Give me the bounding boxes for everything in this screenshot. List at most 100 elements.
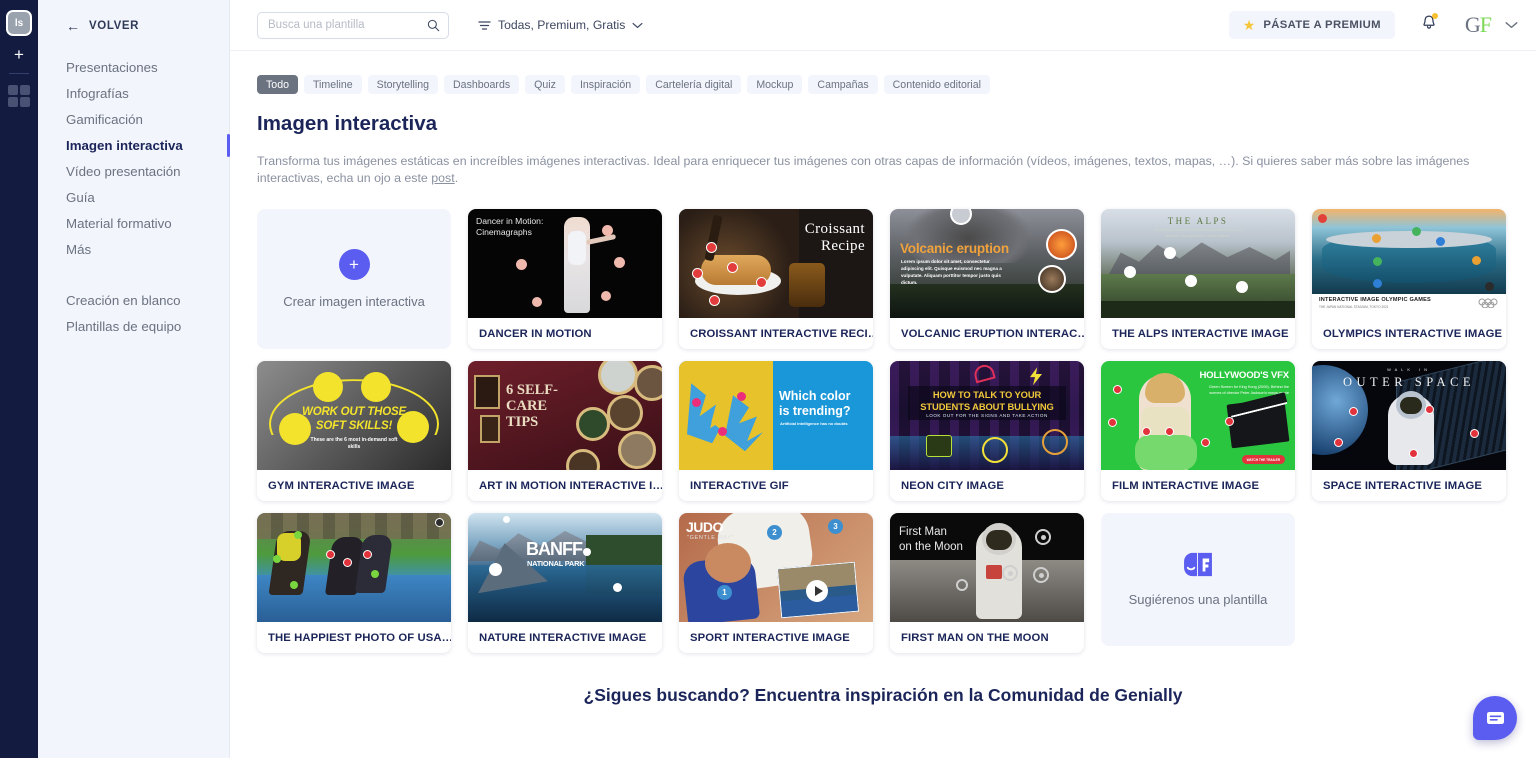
olympic-rings-icon: [1478, 298, 1498, 309]
template-thumbnail: First Man on the Moon: [890, 513, 1084, 623]
back-label: VOLVER: [89, 19, 140, 32]
sidebar-item-creacion-en-blanco[interactable]: Creación en blanco: [38, 287, 229, 313]
template-thumbnail: Croissant Recipe: [679, 209, 873, 319]
add-button[interactable]: +: [14, 46, 24, 63]
chip-inspiracion[interactable]: Inspiración: [570, 75, 641, 94]
template-thumbnail: HOLLYWOOD'S VFX Green Screen for King Ko…: [1101, 361, 1295, 471]
content-scroll[interactable]: Todo Timeline Storytelling Dashboards Qu…: [230, 51, 1536, 758]
search-input[interactable]: [268, 19, 427, 31]
thumb-cta: WATCH THE TRAILER: [1241, 455, 1285, 465]
back-button[interactable]: ← VOLVER: [38, 0, 229, 51]
community-cta[interactable]: ¿Sigues buscando? Encuentra inspiración …: [257, 685, 1509, 706]
template-card[interactable]: Croissant Recipe CROISSANT INTERACTIVE RE…: [679, 209, 873, 350]
app-rail: ls +: [0, 0, 38, 758]
sidebar-item-gamificacion[interactable]: Gamificación: [38, 106, 229, 132]
template-card[interactable]: JUDO "GENTLE WAY" 2 3 1 SPORT INTERACTIV…: [679, 513, 873, 654]
page-description: Transforma tus imágenes estáticas en inc…: [257, 153, 1509, 187]
template-thumbnail: [257, 513, 451, 623]
chat-support-button[interactable]: [1473, 696, 1517, 740]
template-thumbnail: WORK OUT THOSE SOFT SKILLS! These are the…: [257, 361, 451, 471]
plus-icon: +: [338, 249, 370, 281]
template-title: NEON CITY IMAGE: [901, 479, 1004, 492]
chip-label: Dashboards: [453, 78, 511, 91]
thumb-heading: INTERACTIVE IMAGE OLYMPIC GAMES: [1319, 297, 1431, 304]
sidebar-item-guia[interactable]: Guía: [38, 184, 229, 210]
sidebar-item-label: Vídeo presentación: [66, 163, 181, 179]
chip-dashboards[interactable]: Dashboards: [444, 75, 520, 94]
create-interactive-image-tile[interactable]: + Crear imagen interactiva: [257, 209, 451, 350]
template-card[interactable]: BANFF NATIONAL PARK NATURE INTERACTIVE I…: [468, 513, 662, 654]
sidebar-item-video-presentacion[interactable]: Vídeo presentación: [38, 158, 229, 184]
avatar-initial-2: F: [1479, 12, 1492, 37]
sidebar-item-imagen-interactiva[interactable]: Imagen interactiva: [38, 132, 230, 158]
topbar: Todas, Premium, Gratis ★ PÁSATE A PREMIU…: [230, 0, 1536, 51]
post-link[interactable]: post: [431, 171, 454, 185]
notifications-button[interactable]: [1421, 13, 1438, 36]
chevron-down-icon[interactable]: [1505, 21, 1518, 29]
apps-grid-icon[interactable]: [8, 85, 30, 107]
template-title: ART IN MOTION INTERACTIVE I…: [479, 479, 662, 492]
chip-todo[interactable]: Todo: [257, 75, 298, 94]
sidebar-item-label: Guía: [66, 189, 95, 205]
template-title: NATURE INTERACTIVE IMAGE: [479, 631, 647, 644]
template-card[interactable]: Volcanic eruption Lorem ipsum dolor sit …: [890, 209, 1084, 350]
template-card[interactable]: THE HAPPIEST PHOTO OF USA…: [257, 513, 451, 654]
avatar[interactable]: GF: [1464, 12, 1492, 38]
upgrade-premium-button[interactable]: ★ PÁSATE A PREMIUM: [1228, 11, 1395, 39]
template-title: VOLCANIC ERUPTION INTERAC…: [901, 327, 1084, 340]
chip-contenido-editorial[interactable]: Contenido editorial: [883, 75, 990, 94]
chip-storytelling[interactable]: Storytelling: [367, 75, 439, 94]
template-thumbnail: THE ALPS We bring you closer to this nat…: [1101, 209, 1295, 319]
search-box[interactable]: [257, 11, 449, 39]
template-card[interactable]: THE ALPS We bring you closer to this nat…: [1101, 209, 1295, 350]
avatar-initial-1: G: [1464, 12, 1481, 37]
thumb-marker: 3: [828, 519, 843, 535]
page-description-tail: .: [454, 171, 459, 186]
template-title: SPORT INTERACTIVE IMAGE: [690, 631, 850, 644]
template-title: OLYMPICS INTERACTIVE IMAGE: [1323, 327, 1503, 340]
templates-grid: + Crear imagen interactiva Dancer in Mot…: [257, 209, 1509, 654]
sidebar-item-infografias[interactable]: Infografías: [38, 80, 229, 106]
create-tile-label: Crear imagen interactiva: [283, 294, 425, 310]
suggest-template-tile[interactable]: Sugiérenos una plantilla: [1101, 513, 1295, 647]
template-card[interactable]: HOLLYWOOD'S VFX Green Screen for King Ko…: [1101, 361, 1295, 502]
suggest-tile-label: Sugiérenos una plantilla: [1128, 592, 1268, 608]
sidebar-item-label: Material formativo: [66, 215, 172, 231]
sidebar-item-presentaciones[interactable]: Presentaciones: [38, 54, 229, 80]
thumb-sub: LOOK OUT FOR THE SIGNS AND TAKE ACTION: [926, 413, 1048, 419]
template-card[interactable]: Dancer in Motion: Cinemagraphs DANCER IN…: [468, 209, 662, 350]
template-card[interactable]: Which color is trending? Artificial intel…: [679, 361, 873, 502]
chip-label: Contenido editorial: [892, 78, 981, 91]
thumb-body: Lorem ipsum dolor sit amet, consectetur …: [901, 259, 1002, 285]
sidebar-item-label: Gamificación: [66, 111, 143, 127]
filter-dropdown[interactable]: Todas, Premium, Gratis: [478, 18, 643, 32]
chip-campanas[interactable]: Campañas: [808, 75, 878, 94]
genially-logo-icon: [1184, 553, 1212, 577]
template-card[interactable]: HOW TO TALK TO YOUR STUDENTS ABOUT BULLYI…: [890, 361, 1084, 502]
search-icon[interactable]: [427, 19, 440, 32]
chip-label: Inspiración: [579, 78, 632, 91]
chip-quiz[interactable]: Quiz: [525, 75, 565, 94]
chip-timeline[interactable]: Timeline: [303, 75, 362, 94]
template-card[interactable]: First Man on the Moon FIRST MAN ON THE MO…: [890, 513, 1084, 654]
sidebar-item-plantillas-de-equipo[interactable]: Plantillas de equipo: [38, 313, 229, 339]
chip-carteleria-digital[interactable]: Cartelería digital: [646, 75, 742, 94]
workspace-avatar[interactable]: ls: [6, 10, 32, 36]
template-card[interactable]: INTERACTIVE IMAGE OLYMPIC GAMES THE JAPA…: [1312, 209, 1506, 350]
sidebar-item-label: Infografías: [66, 85, 129, 101]
template-card[interactable]: 6 SELF- CARE TIPS ART IN MOTION INTERACTIV…: [468, 361, 662, 502]
thumb-body: These are the 6 most in-demand soft skil…: [310, 437, 398, 451]
chip-label: Timeline: [312, 78, 353, 91]
filter-icon: [478, 20, 491, 30]
notification-dot: [1431, 13, 1438, 19]
thumb-heading: Dancer in Motion: Cinemagraphs: [476, 216, 544, 237]
page-title: Imagen interactiva: [257, 112, 438, 135]
template-card[interactable]: WORK OUT THOSE SOFT SKILLS! These are the…: [257, 361, 451, 502]
template-title: GYM INTERACTIVE IMAGE: [268, 479, 415, 492]
template-card[interactable]: WALK IN OUTER SPACE SPACE INTERACTIVE IM…: [1312, 361, 1506, 502]
sidebar-item-mas[interactable]: Más: [38, 236, 229, 262]
chip-label: Campañas: [817, 78, 869, 91]
chip-mockup[interactable]: Mockup: [747, 75, 803, 94]
arrow-left-icon: ←: [66, 17, 80, 34]
sidebar-item-material-formativo[interactable]: Material formativo: [38, 210, 229, 236]
